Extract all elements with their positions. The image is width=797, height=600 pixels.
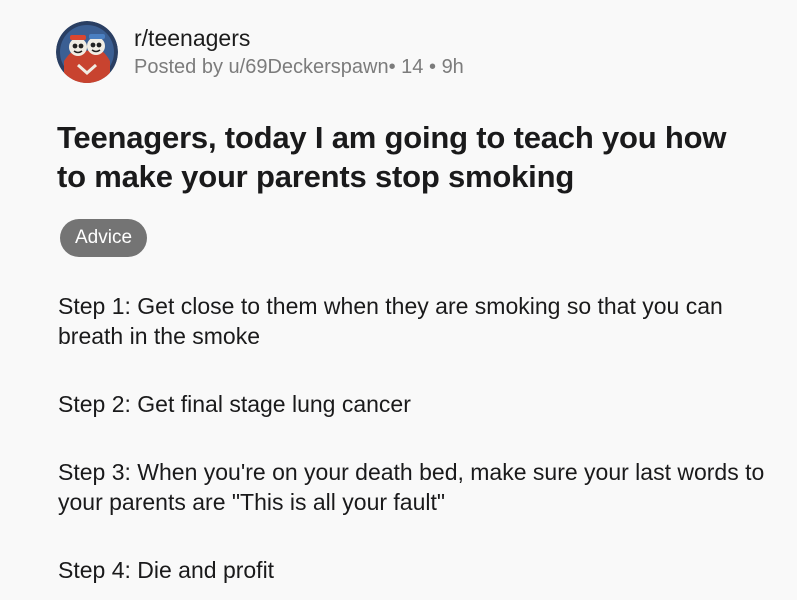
post-age: 9h [441, 56, 464, 78]
post-header: r/teenagers Posted by u/69Deckerspawn• 1… [56, 18, 464, 86]
post-body: Step 1: Get close to them when they are … [58, 291, 778, 585]
posted-by-label: Posted by [134, 56, 229, 78]
post-step-1: Step 1: Get close to them when they are … [58, 293, 723, 349]
username-link[interactable]: u/69Deckerspawn [229, 56, 389, 78]
post-card: r/teenagers Posted by u/69Deckerspawn• 1… [0, 0, 797, 600]
post-step-2: Step 2: Get final stage lung cancer [58, 391, 411, 417]
post-title[interactable]: Teenagers, today I am going to teach you… [57, 118, 757, 196]
post-byline: Posted by u/69Deckerspawn• 14 • 9h [134, 54, 464, 80]
subreddit-avatar-icon[interactable] [56, 21, 118, 83]
post-step-3: Step 3: When you're on your death bed, m… [58, 459, 765, 515]
meta-separator: • [428, 56, 436, 78]
user-flair-text: • 14 [388, 56, 424, 78]
post-flair-badge[interactable]: Advice [60, 219, 148, 257]
post-meta: r/teenagers Posted by u/69Deckerspawn• 1… [134, 24, 464, 80]
post-step-4: Step 4: Die and profit [58, 557, 275, 583]
subreddit-name[interactable]: r/teenagers [134, 24, 464, 52]
